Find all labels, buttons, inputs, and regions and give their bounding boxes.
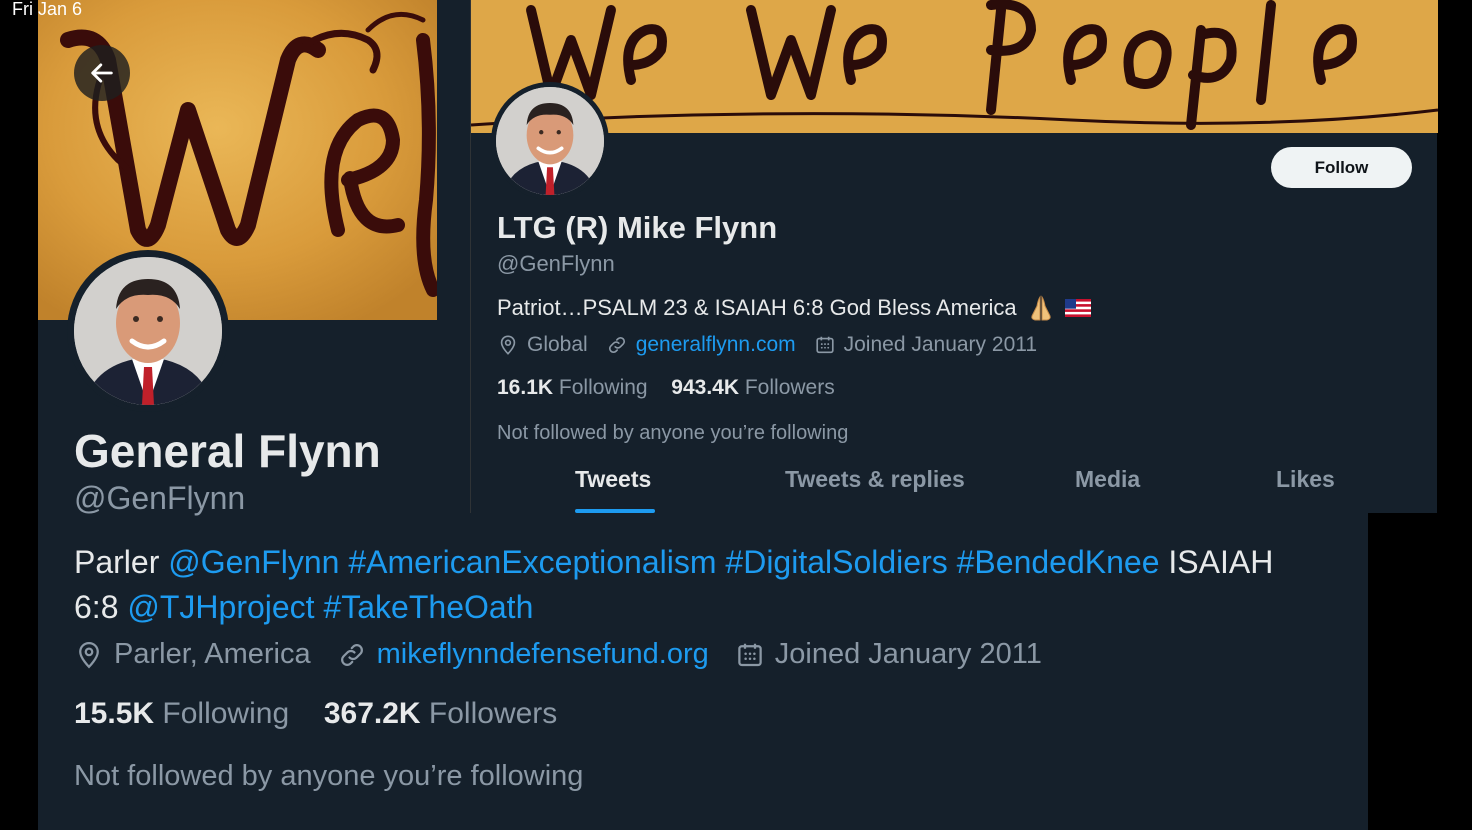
banner-calligraphy-art	[471, 0, 1438, 133]
profile-a-display-name: General Flynn	[74, 425, 381, 477]
followers-label: Followers	[744, 376, 835, 399]
profile-b: Follow LTG (R) Mike Flynn @GenFlynn Patr…	[470, 0, 1438, 513]
joined-text: Joined January 2011	[774, 638, 1042, 670]
tab-tweets[interactable]: Tweets	[575, 466, 651, 493]
profile-a-avatar[interactable]	[67, 250, 229, 412]
following-label: Following	[162, 697, 290, 730]
followers-link[interactable]: 367.2K Followers	[324, 697, 557, 730]
profile-a-not-followed-note: Not followed by anyone you’re following	[74, 760, 584, 792]
location-pin-icon	[500, 335, 516, 355]
profile-b-avatar[interactable]	[491, 82, 609, 200]
bio-links[interactable]: @TJHproject #TakeTheOath	[127, 589, 533, 625]
bio-text: Parler	[74, 544, 169, 580]
followers-link[interactable]: 943.4K Followers	[671, 376, 834, 399]
profile-b-joined: Joined January 2011	[814, 333, 1037, 357]
following-count: 15.5K	[74, 697, 155, 730]
profile-a-meta: Parler, America mikeflynndefensefund.org…	[74, 638, 1068, 671]
following-link[interactable]: 16.1K Following	[497, 376, 648, 399]
followers-count: 943.4K	[671, 376, 740, 399]
profile-a-stats: 15.5K Following 367.2K Followers	[74, 697, 557, 731]
location-pin-icon	[79, 641, 99, 668]
bio-links[interactable]: @GenFlynn #AmericanExceptionalism #Digit…	[168, 544, 1159, 580]
avatar-portrait-a	[74, 257, 222, 405]
followers-count: 367.2K	[323, 697, 421, 730]
follow-button[interactable]: Follow	[1271, 147, 1412, 188]
followers-label: Followers	[428, 697, 558, 730]
status-bar-time: Fri Jan 6	[12, 0, 83, 19]
tab-likes[interactable]: Likes	[1276, 466, 1335, 493]
us-flag-emoji	[1064, 299, 1091, 317]
website-link[interactable]: generalflynn.com	[636, 333, 796, 357]
following-link[interactable]: 15.5K Following	[74, 697, 289, 730]
profile-a-location: Parler, America	[74, 638, 311, 671]
praying-hands-emoji	[1027, 294, 1055, 322]
profile-b-handle: @GenFlynn	[497, 251, 615, 276]
website-link[interactable]: mikeflynndefensefund.org	[377, 638, 709, 671]
calendar-icon	[738, 643, 762, 666]
profile-b-stats: 16.1K Following 943.4K Followers	[497, 376, 835, 400]
profile-b-not-followed-note: Not followed by anyone you’re following	[497, 422, 849, 444]
tab-tweets-and-replies[interactable]: Tweets & replies	[785, 466, 965, 493]
arrow-left-icon	[91, 63, 113, 83]
profile-a-joined: Joined January 2011	[735, 638, 1042, 671]
bio-text: Patriot…PSALM 23 & ISAIAH 6:8 God Bless …	[497, 295, 1017, 320]
profile-b-display-name: LTG (R) Mike Flynn	[497, 210, 778, 245]
link-icon	[608, 336, 625, 354]
profile-b-banner	[471, 0, 1438, 133]
location-text: Global	[527, 333, 588, 356]
following-count: 16.1K	[497, 376, 554, 399]
link-icon	[340, 643, 363, 666]
location-text: Parler, America	[114, 638, 311, 670]
tab-media[interactable]: Media	[1075, 466, 1140, 493]
profile-b-tabs: Tweets Tweets & replies Media Likes	[471, 466, 1438, 513]
joined-text: Joined January 2011	[843, 333, 1038, 356]
active-tab-indicator	[575, 509, 655, 513]
calendar-icon	[816, 336, 834, 354]
profile-a-bio: Parler @GenFlynn #AmericanExceptionalism…	[74, 540, 1344, 630]
profile-b-bio: Patriot…PSALM 23 & ISAIAH 6:8 God Bless …	[497, 294, 1091, 322]
avatar-portrait-b	[496, 87, 604, 195]
profile-b-website[interactable]: generalflynn.com	[606, 333, 796, 357]
following-label: Following	[558, 376, 648, 399]
bio-text: 6:8	[74, 589, 128, 625]
profile-b-location: Global	[497, 333, 588, 357]
profile-b-meta: Global generalflynn.com Joined January 2…	[497, 333, 1055, 357]
profile-a-website[interactable]: mikeflynndefensefund.org	[337, 638, 709, 671]
profile-a-handle: @GenFlynn	[74, 480, 246, 516]
bio-text: ISAIAH	[1159, 544, 1274, 580]
screenshot-stage: Fri Jan 6 General Flynn @GenFlynn Parler…	[0, 0, 1472, 830]
back-button[interactable]	[74, 45, 130, 101]
